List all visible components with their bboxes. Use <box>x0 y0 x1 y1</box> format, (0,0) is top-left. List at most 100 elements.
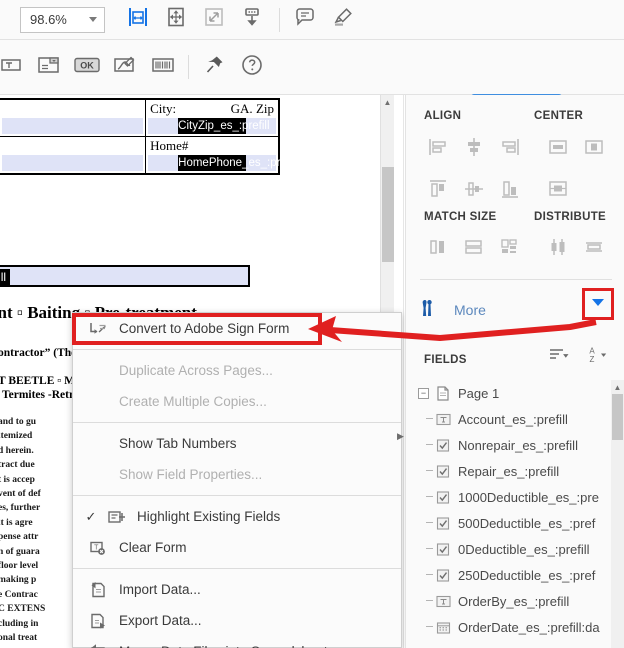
align-top-button[interactable] <box>420 173 456 209</box>
align-bottom-button[interactable] <box>492 173 528 209</box>
distribute-vertical-button[interactable] <box>540 231 576 267</box>
tree-item-label: 1000Deductible_es_:pre <box>458 489 599 505</box>
checkmark-icon: ✓ <box>85 508 97 524</box>
button-ok-icon: OK <box>72 54 102 81</box>
match-width-button[interactable] <box>456 231 492 267</box>
align-middle-vertical-button[interactable] <box>456 173 492 209</box>
pan-tool-button[interactable] <box>157 3 195 37</box>
convert-to-sign-form-highlight <box>72 313 322 345</box>
align-right-button[interactable] <box>492 131 528 167</box>
menu-item-highlight-existing-fields[interactable]: ✓ Highlight Existing Fields <box>73 501 401 532</box>
text-field-tool-button[interactable] <box>0 50 30 84</box>
document-scrollbar-thumb[interactable] <box>382 167 394 262</box>
more-label: More <box>454 302 486 318</box>
tree-item-500deductible[interactable]: 500Deductible_es_:pref <box>414 510 618 536</box>
list-box-tool-button[interactable] <box>30 50 68 84</box>
fit-width-icon <box>126 5 150 34</box>
blank-icon <box>85 392 111 412</box>
center-horizontally-button[interactable] <box>540 131 576 167</box>
cityzip-field[interactable]: CityZip_es_:prefill <box>148 118 276 134</box>
text-field-icon <box>434 411 452 427</box>
pin-toolbar-button[interactable] <box>195 50 233 84</box>
menu-item-duplicate-across-pages[interactable]: Duplicate Across Pages... <box>73 355 401 386</box>
body-line: cluding in <box>0 618 39 629</box>
tree-item-label: 0Deductible_es_:prefill <box>458 541 590 557</box>
chevron-down-icon <box>89 17 97 22</box>
comment-button[interactable] <box>286 3 324 37</box>
tree-item-account[interactable]: Account_es_:prefill <box>414 406 618 432</box>
tree-node-label: Page 1 <box>458 385 500 401</box>
distribute-section-header: DISTRIBUTE <box>534 211 606 223</box>
align-center-horizontal-button[interactable] <box>456 131 492 167</box>
fit-width-button[interactable] <box>119 3 157 37</box>
menu-item-show-tab-numbers[interactable]: Show Tab Numbers <box>73 428 401 459</box>
merge-data-icon <box>85 642 111 648</box>
tree-node-page-1[interactable]: − Page 1 <box>414 380 618 406</box>
toolbar-divider <box>279 7 280 32</box>
match-both-button[interactable] <box>492 231 528 267</box>
center-both-button[interactable] <box>540 173 576 209</box>
match-both-icon <box>499 236 521 263</box>
tree-item-repair[interactable]: Repair_es_:prefill <box>414 458 618 484</box>
zoom-level-select[interactable]: 98.6% <box>20 6 105 33</box>
fields-scrollbar-thumb[interactable] <box>612 394 623 440</box>
align-left-button[interactable] <box>420 131 456 167</box>
wide-prefill-field[interactable]: s_es_:prefill <box>0 265 250 287</box>
homephone-field[interactable]: HomePhone_es_:prefill <box>148 155 298 171</box>
marquee-zoom-button[interactable] <box>195 3 233 37</box>
city-label: City: <box>150 101 177 116</box>
download-icon <box>240 5 264 34</box>
secondary-field[interactable] <box>2 155 144 171</box>
body-line: vent of def <box>0 489 41 500</box>
svg-text:OK: OK <box>80 60 94 70</box>
scroll-up-icon[interactable]: ▲ <box>381 95 394 109</box>
body-line: floor level <box>0 561 39 572</box>
checkbox-field-icon <box>434 437 452 453</box>
align-top-icon <box>427 178 449 205</box>
cityzip-field-name: CityZip_es_:prefill <box>178 118 270 134</box>
menu-item-clear-form[interactable]: T Clear Form <box>73 532 401 563</box>
match-height-button[interactable] <box>420 231 456 267</box>
menu-separator <box>73 568 401 569</box>
menu-item-merge-data-files-into-spreadsheet[interactable]: Merge Data Files into Spreadsheet... <box>73 636 401 648</box>
menu-item-show-field-properties[interactable]: Show Field Properties... <box>73 459 401 490</box>
center-vertically-button[interactable] <box>576 131 612 167</box>
signature-field-icon <box>112 53 138 82</box>
toolbar-divider-2 <box>188 55 189 79</box>
zip-label: Zip <box>255 101 274 116</box>
signature-field-tool-button[interactable] <box>106 50 144 84</box>
menu-item-export-data[interactable]: Export Data... <box>73 605 401 636</box>
fields-tree[interactable]: − Page 1 Account_es_:prefill Nonrepair_e… <box>414 380 618 648</box>
scroll-up-icon[interactable]: ▲ <box>611 380 624 394</box>
tree-item-nonrepair[interactable]: Nonrepair_es_:prefill <box>414 432 618 458</box>
blank-icon <box>85 465 111 485</box>
menu-separator <box>73 495 401 496</box>
sort-alpha-icon[interactable]: AZ <box>586 346 610 369</box>
fields-tree-scrollbar[interactable]: ▲ <box>611 380 624 648</box>
distribute-horizontal-button[interactable] <box>576 231 612 267</box>
help-button[interactable] <box>233 50 271 84</box>
menu-item-create-multiple-copies[interactable]: Create Multiple Copies... <box>73 386 401 417</box>
body-line: onal treat <box>0 633 38 644</box>
help-icon <box>240 53 264 82</box>
tree-item-orderdate[interactable]: OrderDate_es_:prefill:da <box>414 614 618 640</box>
download-button[interactable] <box>233 3 271 37</box>
address-field[interactable] <box>2 118 144 134</box>
barcode-field-tool-button[interactable] <box>144 50 182 84</box>
sort-order-icon[interactable] <box>548 346 572 369</box>
menu-item-label: Duplicate Across Pages... <box>119 363 273 378</box>
tree-item-1000deductible[interactable]: 1000Deductible_es_:pre <box>414 484 618 510</box>
collapse-expander-icon[interactable]: − <box>418 387 429 399</box>
form-address-table: City: GA. Zip CityZip_es_:prefill Home# … <box>0 98 298 175</box>
tree-item-250deductible[interactable]: 250Deductible_es_:pref <box>414 562 618 588</box>
tree-item-servicedate[interactable]: ServiceDate_es_:prefill:d <box>414 640 618 648</box>
fields-sort-controls: AZ <box>548 346 610 369</box>
tree-item-orderby[interactable]: OrderBy_es_:prefill <box>414 588 618 614</box>
tree-item-label: OrderBy_es_:prefill <box>458 593 570 609</box>
menu-item-import-data[interactable]: Import Data... <box>73 574 401 605</box>
tree-item-0deductible[interactable]: 0Deductible_es_:prefill <box>414 536 618 562</box>
highlighter-button[interactable] <box>324 3 362 37</box>
button-tool-button[interactable]: OK <box>68 50 106 84</box>
form-field-context-menu[interactable]: Convert to Adobe Sign Form Duplicate Acr… <box>72 312 402 648</box>
wide-prefill-field-name: s_es_:prefill <box>0 269 11 285</box>
